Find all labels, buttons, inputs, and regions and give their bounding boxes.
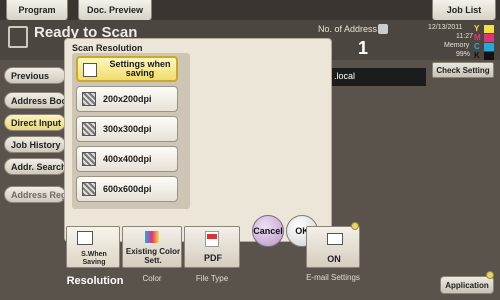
resolution-icon bbox=[82, 182, 96, 196]
direct-input-button[interactable]: Direct Input bbox=[4, 114, 66, 131]
indicator-dot bbox=[351, 222, 359, 230]
check-setting-button[interactable]: Check Setting bbox=[432, 62, 494, 78]
address-icon bbox=[378, 24, 388, 34]
toner-k: K bbox=[474, 51, 480, 60]
resolution-icon bbox=[77, 231, 93, 245]
color-icon bbox=[145, 231, 159, 243]
scanner-icon bbox=[83, 63, 97, 77]
toner-bar-c bbox=[484, 43, 494, 51]
option-200dpi[interactable]: 200x200dpi bbox=[76, 86, 178, 112]
addr-search-button[interactable]: Addr. Search bbox=[4, 158, 67, 175]
toner-bar-k bbox=[484, 52, 494, 60]
option-label: 200x200dpi bbox=[103, 93, 152, 104]
memory-label: Memory bbox=[444, 42, 470, 49]
memory-value: 99% bbox=[456, 51, 471, 58]
email-settings-value: ON bbox=[327, 254, 341, 264]
no-of-address-label: No. of Address bbox=[318, 24, 378, 34]
pdf-icon bbox=[205, 231, 219, 247]
option-400dpi[interactable]: 400x400dpi bbox=[76, 146, 178, 172]
tab-program[interactable]: Program bbox=[6, 0, 68, 21]
no-of-address-value: 1 bbox=[358, 38, 369, 58]
option-label: Settings when saving bbox=[109, 59, 171, 78]
color-caption: Color bbox=[142, 274, 162, 283]
toner-bar-m bbox=[484, 34, 494, 42]
job-history-button[interactable]: Job History bbox=[4, 136, 66, 153]
file-type-caption: File Type bbox=[195, 274, 229, 283]
resolution-button[interactable]: S.When Saving bbox=[66, 226, 120, 268]
toner-m: M bbox=[474, 33, 481, 42]
file-type-button[interactable]: PDF bbox=[184, 226, 240, 268]
resolution-value: S.When Saving bbox=[81, 251, 107, 266]
address-field[interactable]: .local bbox=[330, 68, 426, 86]
color-button[interactable]: Existing Color Sett. bbox=[122, 226, 182, 268]
resolution-caption: Resolution bbox=[66, 275, 124, 287]
option-label: 600x600dpi bbox=[103, 183, 152, 194]
time-text: 11:27 bbox=[456, 33, 473, 40]
option-label: 400x400dpi bbox=[103, 153, 152, 164]
email-settings-caption: E-mail Settings bbox=[306, 273, 360, 282]
toner-y: Y bbox=[474, 24, 480, 33]
scanner-icon bbox=[8, 26, 28, 48]
color-value: Existing Color Sett. bbox=[125, 247, 181, 265]
email-settings-button[interactable]: ON bbox=[306, 226, 360, 268]
tab-job-list[interactable]: Job List bbox=[432, 0, 496, 21]
option-settings-when-saving[interactable]: Settings when saving bbox=[76, 56, 178, 82]
resolution-icon bbox=[82, 122, 96, 136]
cancel-button[interactable]: Cancel bbox=[252, 215, 284, 247]
address-reg-button[interactable]: Address Reg. bbox=[4, 186, 69, 203]
date-text: 12/13/2011 bbox=[428, 24, 463, 31]
tab-doc-preview[interactable]: Doc. Preview bbox=[78, 0, 152, 21]
resolution-icon bbox=[82, 152, 96, 166]
option-label: 300x300dpi bbox=[103, 123, 152, 134]
resolution-icon bbox=[82, 92, 96, 106]
dialog-title: Scan Resolution bbox=[72, 43, 143, 53]
toner-c: C bbox=[474, 42, 480, 51]
option-600dpi[interactable]: 600x600dpi bbox=[76, 176, 178, 202]
indicator-dot bbox=[486, 271, 494, 279]
previous-button[interactable]: Previous bbox=[4, 67, 66, 84]
option-300dpi[interactable]: 300x300dpi bbox=[76, 116, 178, 142]
address-book-button[interactable]: Address Book bbox=[4, 92, 72, 109]
toner-bar-y bbox=[484, 25, 494, 33]
file-type-value: PDF bbox=[204, 253, 222, 263]
application-button[interactable]: Application bbox=[440, 276, 494, 294]
envelope-icon bbox=[327, 233, 343, 245]
